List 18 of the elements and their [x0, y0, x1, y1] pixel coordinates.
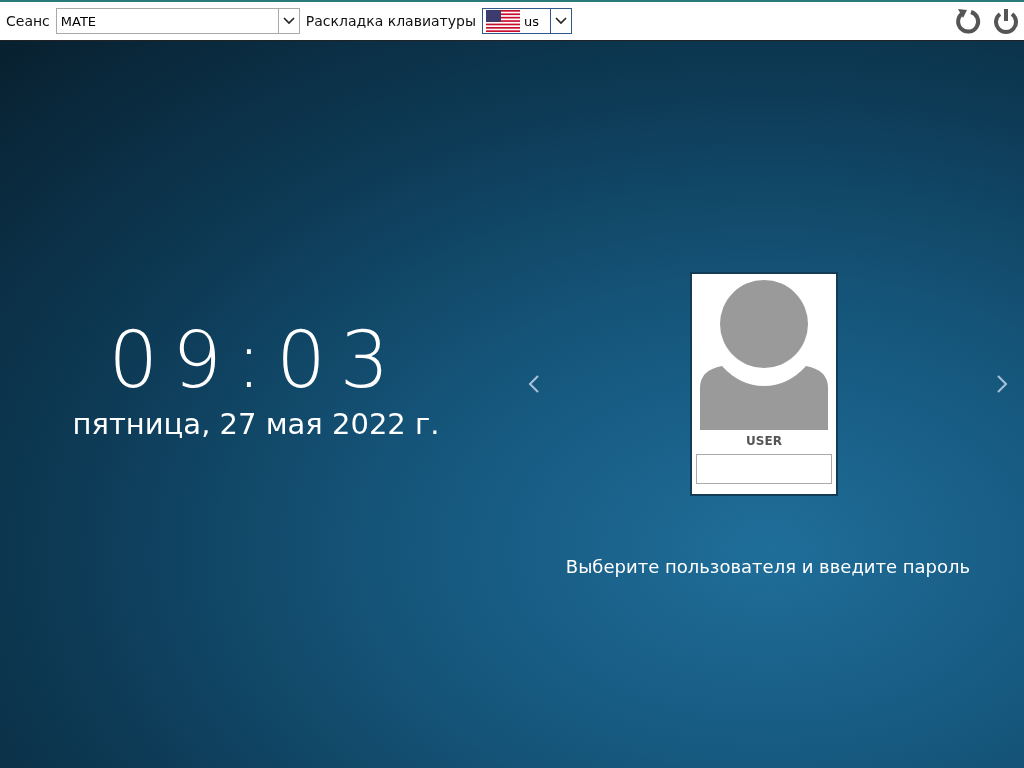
clock-date: пятница, 27 мая 2022 г.	[72, 407, 440, 441]
avatar-silhouette-icon	[700, 280, 828, 430]
chevron-left-icon[interactable]	[528, 374, 540, 394]
restart-icon[interactable]	[954, 7, 982, 35]
password-field[interactable]	[696, 454, 832, 484]
chevron-down-icon	[282, 17, 295, 25]
session-label: Сеанс	[6, 13, 50, 29]
session-dropdown[interactable]: MATE	[55, 8, 300, 34]
power-icon[interactable]	[992, 7, 1020, 35]
chevron-right-icon[interactable]	[996, 374, 1008, 394]
keyboard-layout-label: Раскладка клавиатуры	[305, 13, 476, 29]
chevron-down-icon	[555, 17, 567, 25]
login-prompt: Выберите пользователя и введите пароль	[565, 556, 971, 577]
keyboard-layout-dropdown[interactable]: us	[482, 8, 572, 34]
clock-time: 09:03	[108, 321, 404, 399]
user-name: USER	[746, 434, 782, 448]
flag-icon	[486, 10, 520, 32]
user-card[interactable]: USER	[690, 272, 838, 496]
